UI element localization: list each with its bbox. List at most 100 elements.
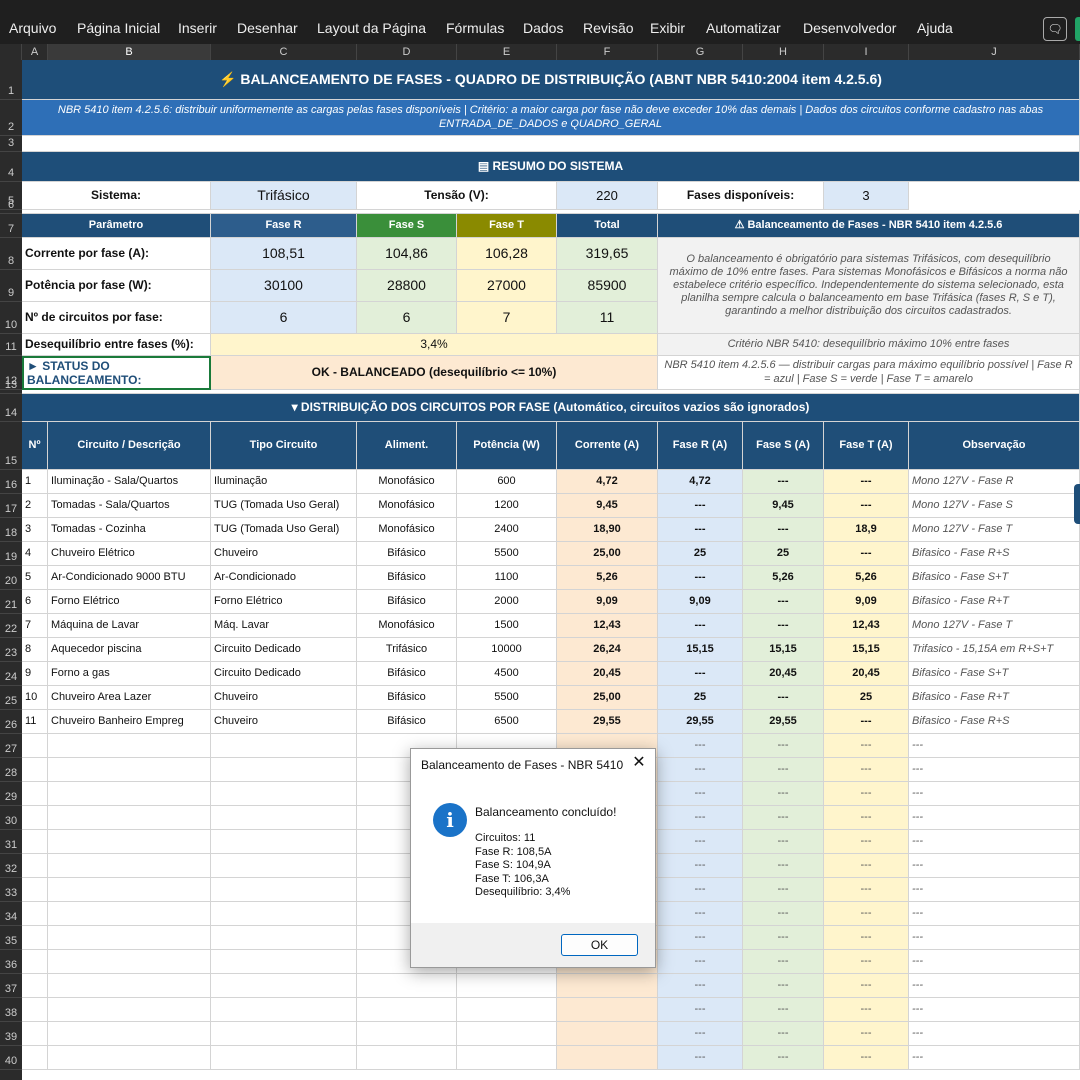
circuit-cell[interactable]: 5: [22, 566, 48, 590]
empty-cell[interactable]: [22, 758, 48, 782]
empty-cell[interactable]: ---: [743, 854, 824, 878]
empty-cell[interactable]: ---: [658, 806, 743, 830]
empty-cell[interactable]: ---: [743, 878, 824, 902]
summary-value[interactable]: 27000: [457, 270, 557, 302]
circuit-cell[interactable]: Máquina de Lavar: [48, 614, 211, 638]
circuit-cell[interactable]: 29,55: [658, 710, 743, 734]
empty-cell[interactable]: [22, 734, 48, 758]
menu-item-10[interactable]: Desenvolvedor: [803, 20, 896, 36]
row-header[interactable]: 10: [0, 302, 22, 334]
row-header[interactable]: 25: [0, 686, 22, 710]
circuit-cell[interactable]: 5,26: [557, 566, 658, 590]
empty-cell[interactable]: ---: [658, 998, 743, 1022]
circuit-cell[interactable]: ---: [824, 710, 909, 734]
column-header[interactable]: J: [909, 44, 1080, 60]
circuit-cell[interactable]: 9,09: [824, 590, 909, 614]
empty-cell[interactable]: ---: [909, 998, 1080, 1022]
circuit-cell[interactable]: ---: [743, 590, 824, 614]
circuit-cell[interactable]: Chuveiro Banheiro Empreg: [48, 710, 211, 734]
circuit-cell[interactable]: ---: [658, 566, 743, 590]
empty-cell[interactable]: ---: [909, 902, 1080, 926]
circuit-cell[interactable]: TUG (Tomada Uso Geral): [211, 518, 357, 542]
column-header[interactable]: H: [743, 44, 824, 60]
circuit-cell[interactable]: Forno Elétrico: [48, 590, 211, 614]
circuit-cell[interactable]: 20,45: [824, 662, 909, 686]
row-header[interactable]: 19: [0, 542, 22, 566]
circuit-cell[interactable]: Tomadas - Cozinha: [48, 518, 211, 542]
summary-value[interactable]: 104,86: [357, 238, 457, 270]
empty-cell[interactable]: [211, 950, 357, 974]
close-icon[interactable]: ✕: [629, 753, 649, 773]
circuit-cell[interactable]: Monofásico: [357, 614, 457, 638]
circuit-cell[interactable]: 10000: [457, 638, 557, 662]
row-header[interactable]: 27: [0, 734, 22, 758]
menu-item-3[interactable]: Desenhar: [237, 20, 298, 36]
circuit-cell[interactable]: 9,09: [658, 590, 743, 614]
circuit-cell[interactable]: 5,26: [824, 566, 909, 590]
empty-cell[interactable]: ---: [658, 902, 743, 926]
circuit-cell[interactable]: Forno Elétrico: [211, 590, 357, 614]
empty-cell[interactable]: [211, 902, 357, 926]
circuit-cell[interactable]: 29,55: [743, 710, 824, 734]
circuit-cell[interactable]: ---: [824, 494, 909, 518]
summary-value[interactable]: 108,51: [211, 238, 357, 270]
empty-cell[interactable]: [48, 806, 211, 830]
empty-cell[interactable]: [357, 998, 457, 1022]
circuit-cell[interactable]: 2: [22, 494, 48, 518]
empty-cell[interactable]: ---: [909, 1022, 1080, 1046]
circuit-cell[interactable]: Monofásico: [357, 494, 457, 518]
circuit-cell[interactable]: 4,72: [557, 470, 658, 494]
empty-cell[interactable]: [457, 974, 557, 998]
fases-value[interactable]: 3: [824, 182, 909, 210]
empty-cell[interactable]: ---: [824, 878, 909, 902]
row-header[interactable]: 32: [0, 854, 22, 878]
row-header[interactable]: 39: [0, 1022, 22, 1046]
circuit-cell[interactable]: 29,55: [557, 710, 658, 734]
empty-cell[interactable]: ---: [743, 830, 824, 854]
row-header[interactable]: 16: [0, 470, 22, 494]
empty-cell[interactable]: ---: [658, 854, 743, 878]
circuit-cell[interactable]: 600: [457, 470, 557, 494]
row-header[interactable]: 3: [0, 136, 22, 152]
empty-cell[interactable]: [211, 974, 357, 998]
row-header[interactable]: 35: [0, 926, 22, 950]
empty-cell[interactable]: ---: [743, 974, 824, 998]
empty-cell[interactable]: [22, 902, 48, 926]
circuit-cell[interactable]: Bifasico - Fase R+S: [909, 542, 1080, 566]
empty-cell[interactable]: [48, 998, 211, 1022]
circuit-cell[interactable]: Bifasico - Fase R+S: [909, 710, 1080, 734]
circuit-cell[interactable]: Bifásico: [357, 710, 457, 734]
empty-cell[interactable]: [22, 998, 48, 1022]
circuit-cell[interactable]: Iluminação - Sala/Quartos: [48, 470, 211, 494]
circuit-cell[interactable]: 10: [22, 686, 48, 710]
empty-cell[interactable]: ---: [743, 1022, 824, 1046]
row-header[interactable]: 7: [0, 214, 22, 238]
row-header[interactable]: 21: [0, 590, 22, 614]
empty-cell[interactable]: ---: [909, 758, 1080, 782]
empty-cell[interactable]: [211, 1022, 357, 1046]
menu-item-6[interactable]: Dados: [523, 20, 563, 36]
row-header[interactable]: 4: [0, 152, 22, 182]
empty-cell[interactable]: ---: [743, 1046, 824, 1070]
summary-value[interactable]: 6: [211, 302, 357, 334]
circuit-cell[interactable]: 4500: [457, 662, 557, 686]
row-header[interactable]: 28: [0, 758, 22, 782]
row-header[interactable]: 24: [0, 662, 22, 686]
empty-cell[interactable]: [22, 878, 48, 902]
empty-cell[interactable]: [22, 854, 48, 878]
empty-cell[interactable]: ---: [658, 878, 743, 902]
empty-cell[interactable]: ---: [824, 1046, 909, 1070]
circuit-cell[interactable]: 18,90: [557, 518, 658, 542]
circuit-cell[interactable]: ---: [743, 614, 824, 638]
empty-cell[interactable]: ---: [743, 782, 824, 806]
circuit-cell[interactable]: 18,9: [824, 518, 909, 542]
circuit-cell[interactable]: 25: [658, 542, 743, 566]
empty-cell[interactable]: [211, 926, 357, 950]
empty-cell[interactable]: [211, 854, 357, 878]
select-all-corner[interactable]: [0, 44, 22, 60]
circuit-cell[interactable]: 2400: [457, 518, 557, 542]
circuit-cell[interactable]: 15,15: [824, 638, 909, 662]
empty-cell[interactable]: [22, 926, 48, 950]
column-header[interactable]: G: [658, 44, 743, 60]
empty-cell[interactable]: [48, 758, 211, 782]
